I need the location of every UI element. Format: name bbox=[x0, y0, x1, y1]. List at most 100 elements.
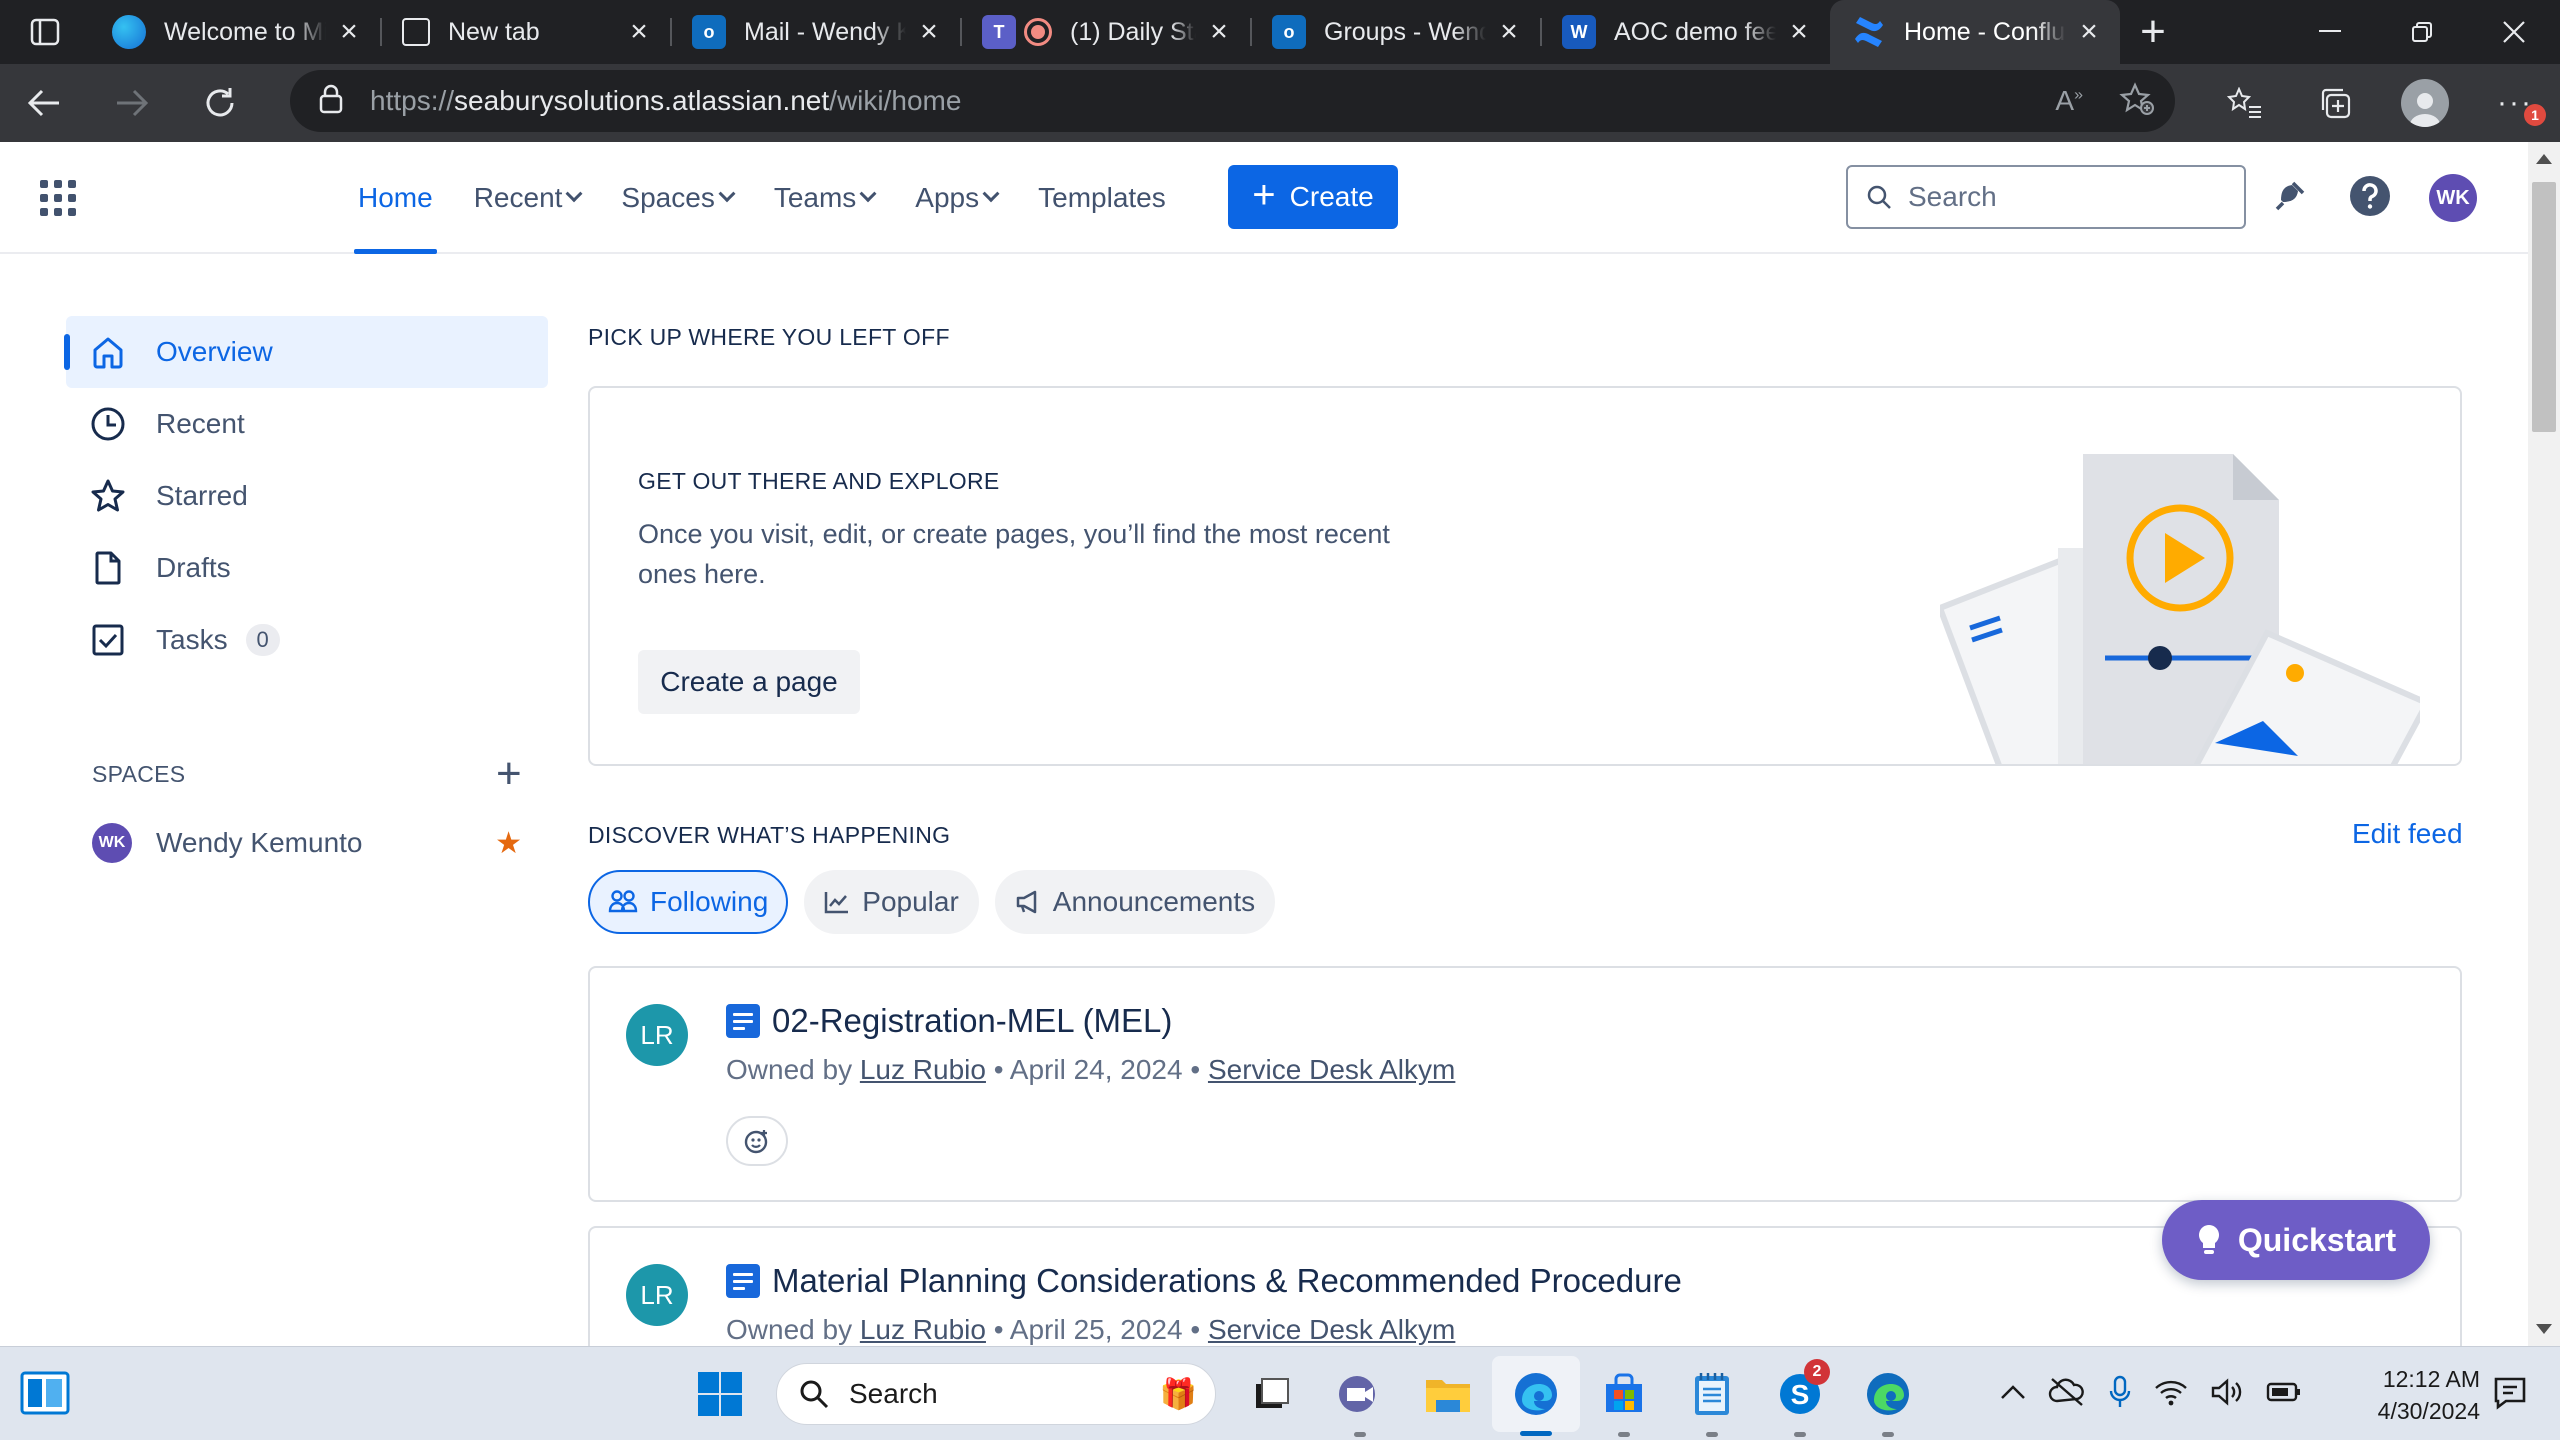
address-bar[interactable]: https://seaburysolutions.atlassian.net/w… bbox=[290, 70, 2175, 132]
notification-center-icon[interactable] bbox=[2492, 1375, 2528, 1411]
teams-meeting-icon[interactable] bbox=[1316, 1347, 1404, 1440]
nav-templates[interactable]: Templates bbox=[1034, 142, 1170, 254]
window-controls bbox=[2284, 0, 2560, 64]
notepad-icon[interactable] bbox=[1668, 1347, 1756, 1440]
profile-avatar[interactable] bbox=[2380, 64, 2470, 142]
nav-teams[interactable]: Teams bbox=[770, 142, 878, 254]
notifications-bell-icon[interactable] bbox=[2266, 172, 2314, 220]
sidebar-item-drafts[interactable]: Drafts bbox=[66, 532, 548, 604]
tab-actions-menu-icon[interactable] bbox=[0, 0, 90, 64]
favorites-icon[interactable] bbox=[2200, 64, 2290, 142]
wifi-icon[interactable] bbox=[2154, 1378, 2188, 1411]
page-icon bbox=[726, 1264, 760, 1298]
edge-taskbar-icon[interactable] bbox=[1492, 1356, 1580, 1436]
start-button-icon[interactable] bbox=[676, 1347, 764, 1440]
add-favorite-icon[interactable] bbox=[2119, 81, 2155, 121]
read-aloud-icon[interactable]: A» bbox=[2055, 85, 2083, 117]
refresh-icon[interactable] bbox=[176, 64, 264, 142]
close-tab-icon[interactable]: × bbox=[334, 17, 364, 47]
task-view-icon[interactable] bbox=[1228, 1347, 1316, 1440]
minimize-icon[interactable] bbox=[2284, 0, 2376, 64]
edit-feed-link[interactable]: Edit feed bbox=[2352, 818, 2463, 850]
browser-tab[interactable]: o Groups - Wendy Kemunto - Outlook × bbox=[1250, 0, 1540, 64]
starred-icon[interactable]: ★ bbox=[495, 826, 522, 861]
close-tab-icon[interactable]: × bbox=[1204, 17, 1234, 47]
restore-icon[interactable] bbox=[2376, 0, 2468, 64]
sidebar-item-recent[interactable]: Recent bbox=[66, 388, 548, 460]
url-text[interactable]: https://seaburysolutions.atlassian.net/w… bbox=[370, 85, 961, 117]
nav-apps[interactable]: Apps bbox=[911, 142, 1001, 254]
feed-item-title[interactable]: Material Planning Considerations & Recom… bbox=[726, 1262, 1682, 1300]
taskbar-clock[interactable]: 12:12 AM 4/30/2024 bbox=[2360, 1363, 2480, 1427]
document-icon bbox=[88, 548, 128, 588]
filter-announcements[interactable]: Announcements bbox=[994, 870, 1276, 934]
create-button[interactable]: + Create bbox=[1228, 165, 1398, 229]
outlook-icon: o bbox=[1272, 15, 1306, 49]
update-badge: 1 bbox=[2524, 104, 2546, 126]
microphone-icon[interactable] bbox=[2108, 1375, 2132, 1414]
feed-filter-tabs: Following Popular Announcements bbox=[588, 870, 1276, 934]
author-avatar[interactable]: LR bbox=[626, 1004, 688, 1066]
volume-icon[interactable] bbox=[2210, 1377, 2244, 1411]
microsoft-store-icon[interactable] bbox=[1580, 1347, 1668, 1440]
checkbox-icon bbox=[88, 620, 128, 660]
nav-recent[interactable]: Recent bbox=[470, 142, 585, 254]
add-space-icon[interactable]: + bbox=[496, 752, 522, 796]
close-tab-icon[interactable]: × bbox=[2074, 17, 2104, 47]
space-link[interactable]: Service Desk Alkym bbox=[1208, 1054, 1455, 1085]
browser-tab[interactable]: T (1) Daily Standup | Microsoft Teams × bbox=[960, 0, 1250, 64]
forward-arrow-icon[interactable] bbox=[88, 64, 176, 142]
help-icon[interactable] bbox=[2346, 172, 2394, 220]
close-tab-icon[interactable]: × bbox=[1494, 17, 1524, 47]
owner-link[interactable]: Luz Rubio bbox=[860, 1314, 986, 1345]
filter-popular[interactable]: Popular bbox=[804, 870, 979, 934]
collections-icon[interactable] bbox=[2290, 64, 2380, 142]
feed-item-meta: Owned by Luz Rubio • April 25, 2024 • Se… bbox=[726, 1314, 1456, 1345]
skype-icon[interactable]: S 2 bbox=[1756, 1347, 1844, 1440]
browser-toolbar: https://seaburysolutions.atlassian.net/w… bbox=[0, 64, 2560, 142]
sidebar-item-tasks[interactable]: Tasks 0 bbox=[66, 604, 548, 676]
settings-more-icon[interactable]: ··· 1 bbox=[2470, 64, 2560, 142]
nav-home[interactable]: Home bbox=[354, 142, 437, 254]
scroll-up-arrow-icon[interactable] bbox=[2536, 154, 2552, 164]
page-scrollbar[interactable] bbox=[2528, 142, 2560, 1346]
browser-tab[interactable]: o Mail - Wendy Kemunto - Outlook × bbox=[670, 0, 960, 64]
sidebar-item-overview[interactable]: Overview bbox=[64, 316, 548, 388]
feed-item[interactable]: LR 02-Registration-MEL (MEL) Owned by Lu… bbox=[588, 966, 2462, 1202]
widgets-icon[interactable] bbox=[20, 1371, 70, 1415]
space-link[interactable]: Service Desk Alkym bbox=[1208, 1314, 1455, 1345]
scrollbar-thumb[interactable] bbox=[2532, 182, 2556, 432]
nav-spaces[interactable]: Spaces bbox=[617, 142, 736, 254]
battery-icon[interactable] bbox=[2266, 1381, 2302, 1408]
file-explorer-icon[interactable] bbox=[1404, 1347, 1492, 1440]
filter-following[interactable]: Following bbox=[588, 870, 789, 934]
add-reaction-button[interactable] bbox=[726, 1116, 788, 1166]
edge-dev-icon[interactable] bbox=[1844, 1347, 1932, 1440]
close-tab-icon[interactable]: × bbox=[914, 17, 944, 47]
user-avatar[interactable]: WK bbox=[2429, 174, 2477, 222]
app-switcher-icon[interactable] bbox=[40, 180, 76, 216]
close-window-icon[interactable] bbox=[2468, 0, 2560, 64]
quickstart-button[interactable]: Quickstart bbox=[2162, 1200, 2430, 1280]
new-tab-button[interactable]: + bbox=[2120, 0, 2186, 64]
close-tab-icon[interactable]: × bbox=[1784, 17, 1814, 47]
onedrive-offline-icon[interactable] bbox=[2048, 1377, 2086, 1412]
scroll-down-arrow-icon[interactable] bbox=[2536, 1324, 2552, 1334]
feed-item-title[interactable]: 02-Registration-MEL (MEL) bbox=[726, 1002, 1172, 1040]
author-avatar[interactable]: LR bbox=[626, 1264, 688, 1326]
browser-tab[interactable]: New tab × bbox=[380, 0, 670, 64]
close-tab-icon[interactable]: × bbox=[624, 17, 654, 47]
browser-tab[interactable]: Welcome to Microsoft Edge × bbox=[90, 0, 380, 64]
browser-tab-active[interactable]: Home - Confluence × bbox=[1830, 0, 2120, 64]
lock-icon[interactable] bbox=[318, 84, 344, 119]
create-page-button[interactable]: Create a page bbox=[638, 650, 860, 714]
back-arrow-icon[interactable] bbox=[0, 64, 88, 142]
taskbar-search[interactable]: Search 🎁 bbox=[776, 1363, 1216, 1425]
chevron-up-icon[interactable] bbox=[2000, 1384, 2026, 1405]
edge-icon bbox=[112, 15, 146, 49]
sidebar-item-starred[interactable]: Starred bbox=[66, 460, 548, 532]
browser-tab[interactable]: W AOC demo feedback.docx × bbox=[1540, 0, 1830, 64]
search-input[interactable]: Search bbox=[1846, 165, 2246, 229]
sidebar-space-item[interactable]: WK Wendy Kemunto ★ bbox=[92, 818, 522, 868]
owner-link[interactable]: Luz Rubio bbox=[860, 1054, 986, 1085]
